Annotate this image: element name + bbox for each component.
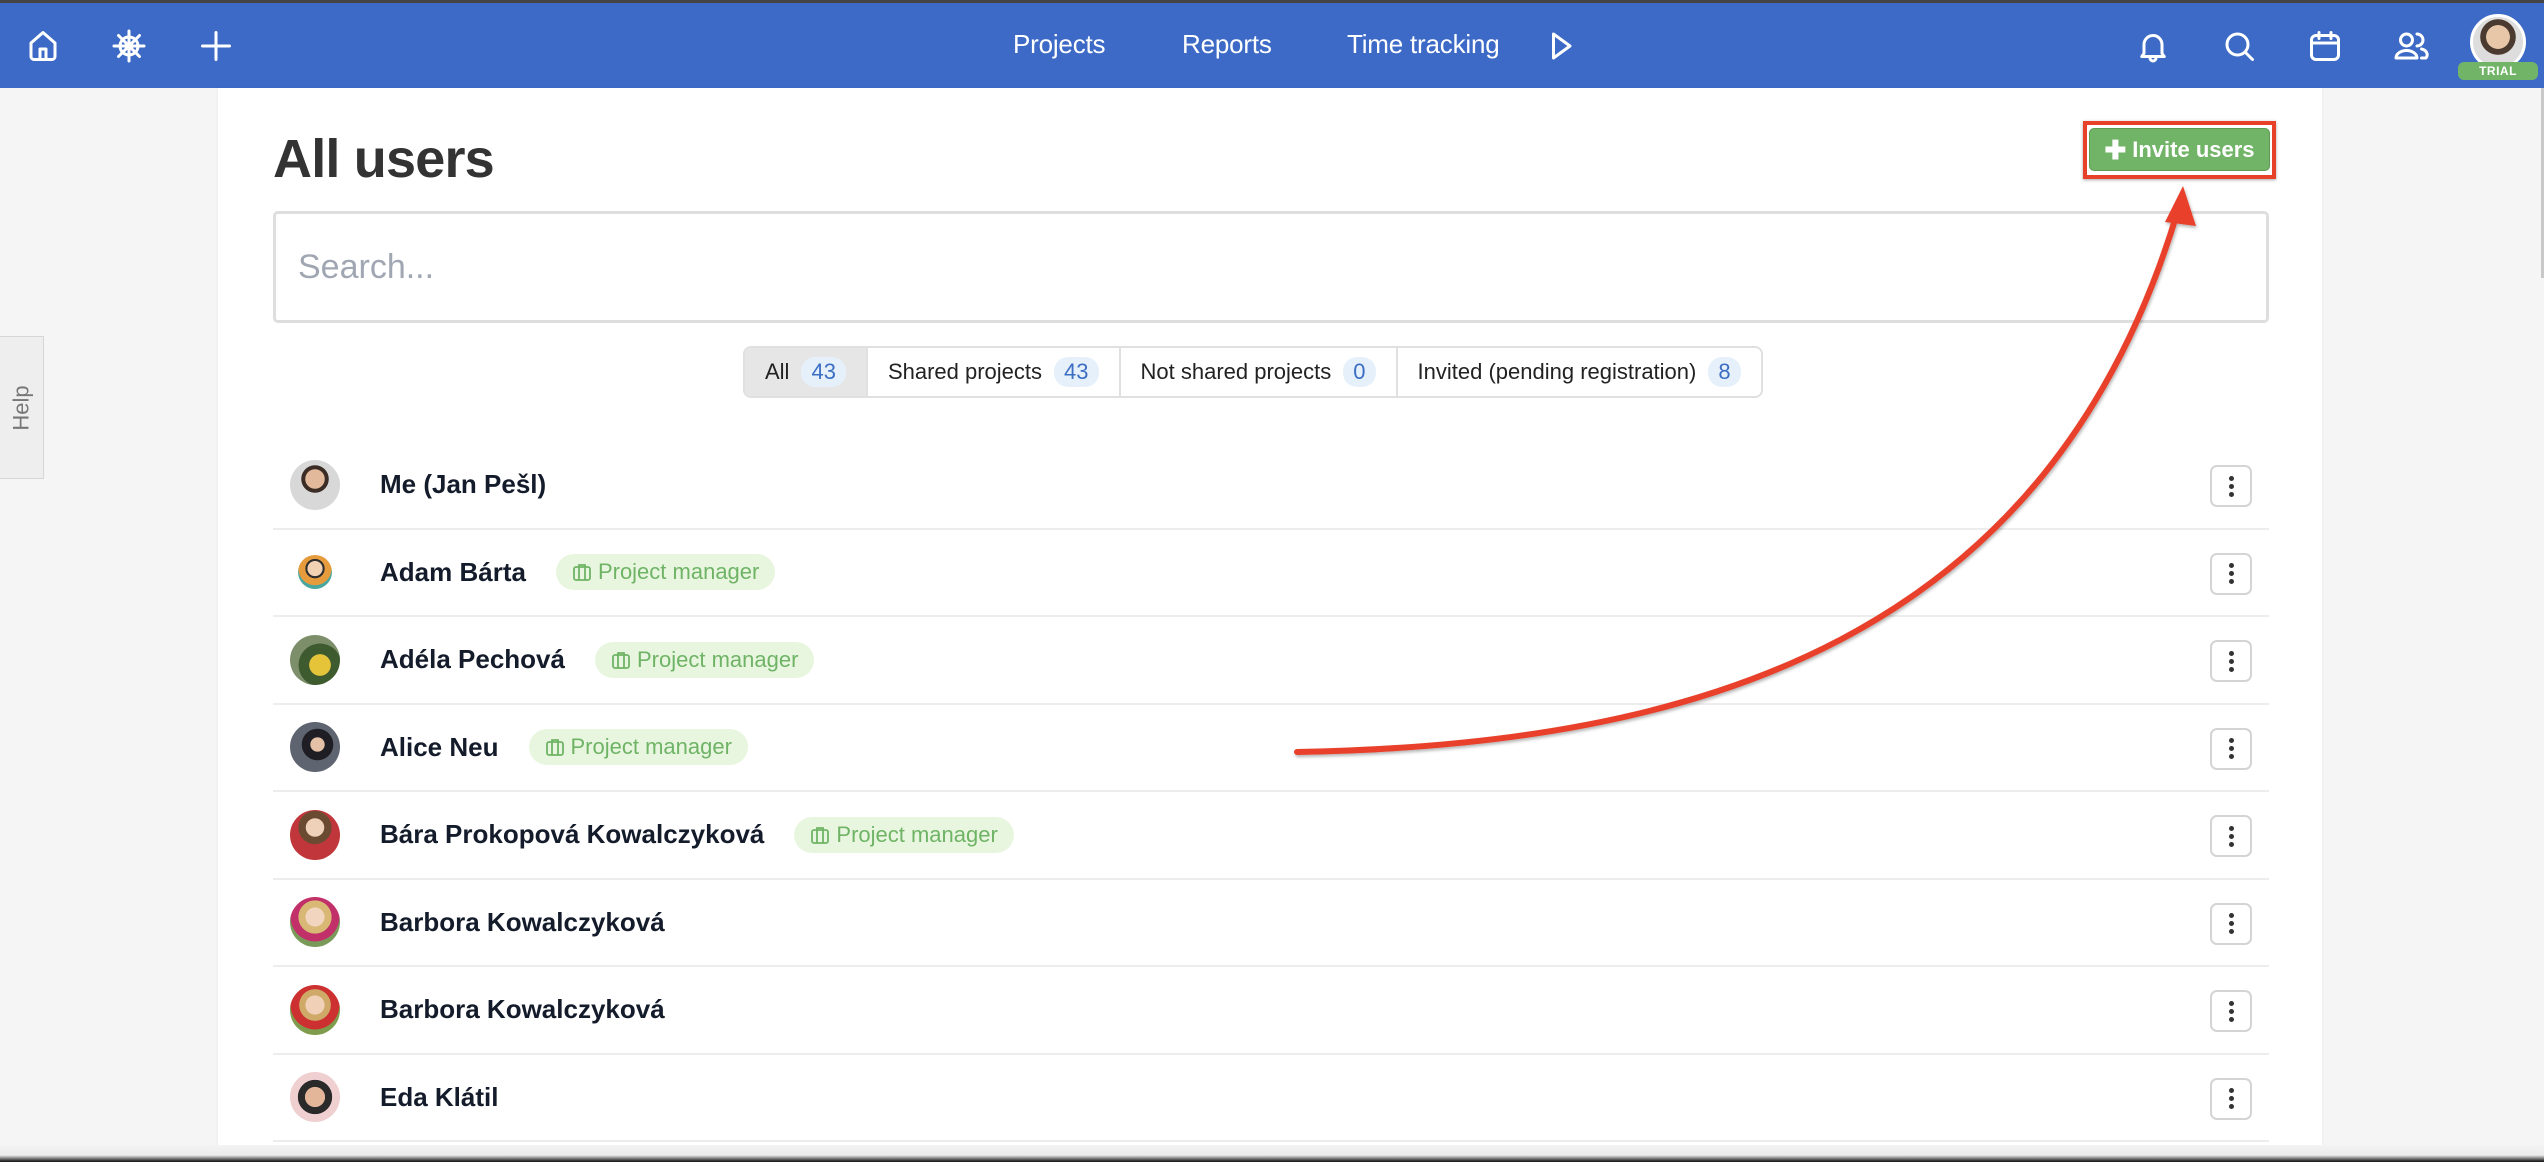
trial-badge: TRIAL	[2458, 62, 2538, 80]
more-options-button[interactable]	[2210, 1077, 2252, 1120]
tab-invited[interactable]: Invited (pending registration) 8	[1398, 348, 1761, 396]
bell-icon[interactable]	[2132, 25, 2174, 67]
more-options-button[interactable]	[2210, 640, 2252, 682]
nav-time-tracking[interactable]: Time tracking	[1347, 29, 1500, 60]
avatar	[290, 634, 340, 685]
avatar	[290, 897, 340, 948]
avatar	[290, 809, 340, 860]
tab-count: 43	[801, 357, 846, 387]
user-row: Alice Neu Project manager	[273, 705, 2269, 792]
role-badge: Project manager	[594, 641, 815, 678]
role-label: Project manager	[570, 734, 732, 760]
tab-label: All	[765, 359, 790, 384]
user-name[interactable]: Me (Jan Pešl)	[380, 469, 546, 500]
role-label: Project manager	[636, 646, 799, 672]
tab-label: Invited (pending registration)	[1417, 359, 1697, 384]
search-input[interactable]	[273, 211, 2269, 323]
calendar-icon[interactable]	[2304, 25, 2346, 67]
helm-icon[interactable]	[108, 25, 150, 67]
role-badge: Project manager	[794, 816, 1014, 853]
nav-reports[interactable]: Reports	[1182, 29, 1272, 60]
tab-count: 0	[1343, 357, 1376, 387]
more-options-button[interactable]	[2210, 552, 2252, 595]
role-badge: Project manager	[528, 729, 748, 766]
window-bottom-edge	[0, 1145, 2544, 1162]
user-name[interactable]: Bára Prokopová Kowalczyková	[380, 819, 764, 850]
page-title: All users	[273, 129, 495, 189]
briefcase-icon	[545, 739, 564, 757]
play-icon[interactable]	[1540, 25, 1582, 67]
briefcase-icon	[811, 826, 830, 844]
user-row: Adéla Pechová Project manager	[273, 617, 2269, 705]
plus-icon[interactable]	[195, 25, 237, 67]
briefcase-icon	[573, 564, 591, 582]
tab-label: Shared projects	[887, 359, 1043, 384]
user-row: Barbora Kowalczyková	[273, 967, 2269, 1055]
more-options-button[interactable]	[2210, 465, 2252, 507]
user-name[interactable]: Alice Neu	[380, 732, 499, 763]
home-icon[interactable]	[22, 25, 64, 67]
briefcase-icon	[612, 651, 630, 669]
tab-shared-projects[interactable]: Shared projects 43	[868, 348, 1121, 396]
user-row: Barbora Kowalczyková	[273, 880, 2269, 967]
avatar	[290, 722, 340, 773]
tab-count: 43	[1054, 357, 1099, 387]
user-list: Me (Jan Pešl) Adam Bárta Project manager…	[273, 442, 2269, 1142]
help-label: Help	[8, 384, 34, 431]
tab-count: 8	[1708, 357, 1741, 387]
user-name[interactable]: Eda Klátil	[380, 1082, 498, 1113]
avatar	[298, 555, 332, 590]
nav-projects[interactable]: Projects	[1013, 29, 1106, 60]
avatar	[290, 984, 340, 1035]
role-badge: Project manager	[555, 554, 776, 591]
user-row: Bára Prokopová Kowalczyková Project mana…	[273, 792, 2269, 880]
avatar	[290, 459, 340, 510]
user-row: Eda Klátil	[273, 1055, 2269, 1142]
search-icon[interactable]	[2218, 25, 2260, 67]
invite-users-label: Invite users	[2132, 136, 2255, 162]
more-options-button[interactable]	[2210, 815, 2252, 857]
user-row: Adam Bárta Project manager	[273, 530, 2269, 617]
avatar	[290, 1072, 340, 1123]
role-label: Project manager	[597, 559, 760, 585]
top-navbar: Projects Reports Time tracking	[0, 3, 2544, 88]
invite-users-button[interactable]: ✚ Invite users	[2089, 128, 2270, 171]
filter-tabs: All 43 Shared projects 43 Not shared pro…	[743, 346, 1763, 398]
tab-label: Not shared projects	[1140, 359, 1332, 384]
role-label: Project manager	[836, 821, 998, 847]
user-name[interactable]: Adéla Pechová	[380, 644, 565, 675]
plus-icon: ✚	[2104, 134, 2127, 165]
users-icon[interactable]	[2390, 25, 2432, 67]
more-options-button[interactable]	[2210, 990, 2252, 1032]
user-row: Me (Jan Pešl)	[273, 442, 2269, 530]
more-options-button[interactable]	[2210, 902, 2252, 945]
user-name[interactable]: Barbora Kowalczyková	[380, 994, 665, 1025]
user-name[interactable]: Adam Bárta	[380, 557, 526, 588]
help-tab[interactable]: Help	[0, 336, 44, 479]
tab-all[interactable]: All 43	[745, 348, 868, 396]
tab-not-shared-projects[interactable]: Not shared projects 0	[1121, 348, 1398, 396]
more-options-button[interactable]	[2210, 727, 2252, 770]
user-name[interactable]: Barbora Kowalczyková	[380, 907, 665, 938]
